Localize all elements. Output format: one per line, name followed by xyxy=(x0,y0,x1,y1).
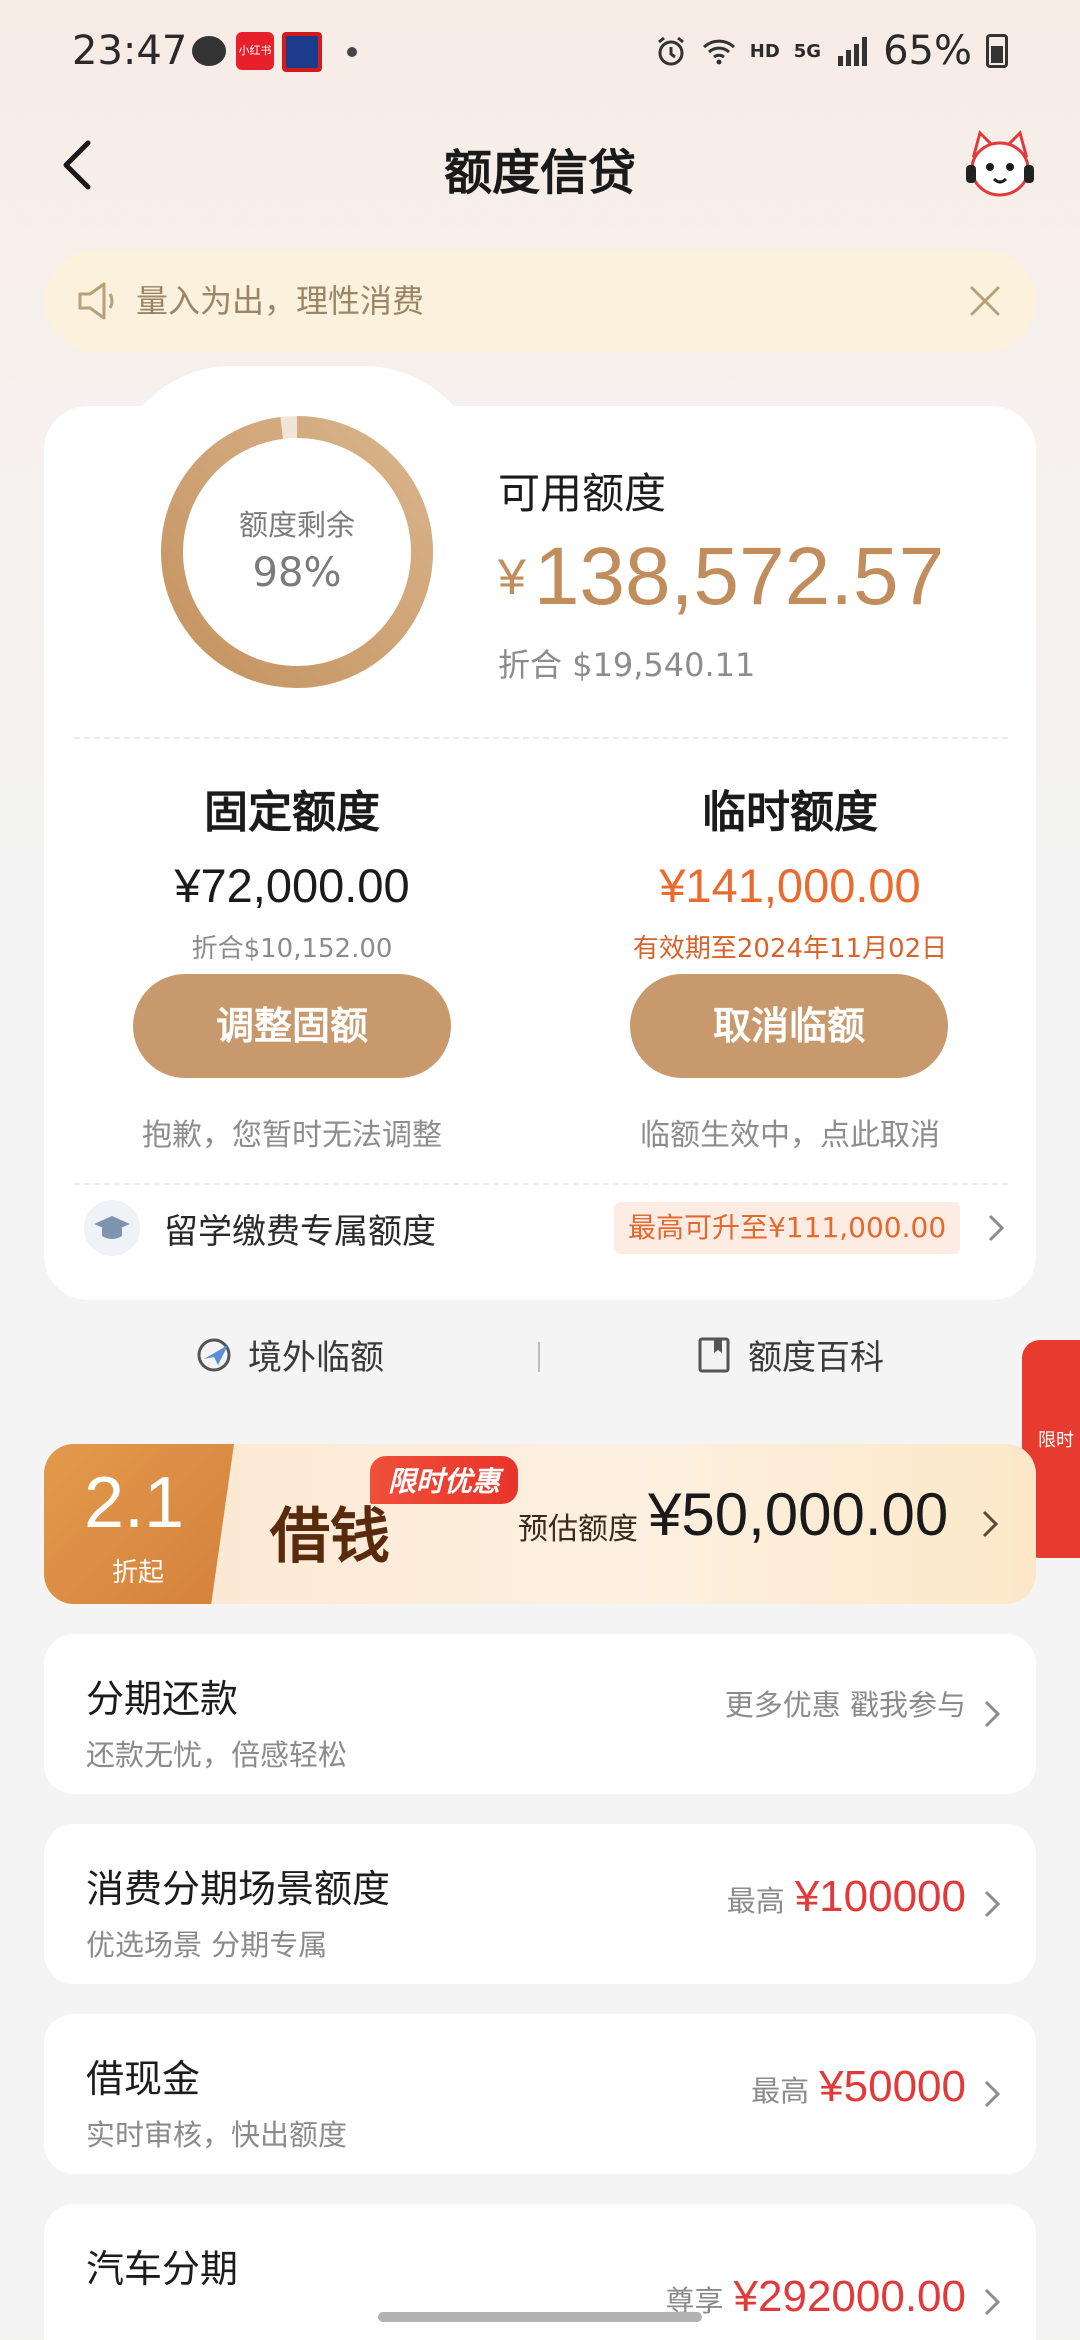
more-notifications-dot xyxy=(347,47,357,57)
available-credit-usd: 折合 $19,540.11 xyxy=(498,646,756,684)
service-value: ¥50000 xyxy=(819,2062,966,2111)
service-subtitle: 优选场景 分期专属 xyxy=(86,1928,328,1962)
service-title: 借现金 xyxy=(86,2057,201,2101)
side-promo-text: 限时 xyxy=(1038,1430,1074,1451)
credit-encyclopedia-link[interactable]: 额度百科 xyxy=(694,1330,884,1379)
wifi-icon xyxy=(702,39,735,65)
fixed-credit-amount: ¥72,000.00 xyxy=(174,859,410,912)
app-notification-icon xyxy=(282,32,322,72)
study-abroad-badge: 最高可升至¥111,000.00 xyxy=(614,1202,961,1254)
adjust-fixed-button[interactable]: 调整固额 xyxy=(133,974,451,1078)
service-subtitle: 实时审核，快出额度 xyxy=(86,2118,348,2152)
graduation-cap-icon xyxy=(84,1200,140,1256)
chevron-right-icon xyxy=(982,1510,999,1538)
study-abroad-row[interactable]: 留学缴费专属额度 最高可升至¥111,000.00 xyxy=(44,1178,1036,1278)
promo-limited-tag: 限时优惠 xyxy=(370,1456,519,1504)
credit-links-bar: 境外临额 额度百科 xyxy=(44,1300,1036,1410)
loan-promo-banner[interactable]: 2.1 折起 借钱 限时优惠 预估额度 ¥50,000.00 xyxy=(44,1444,1036,1604)
status-time: 23:47 xyxy=(72,28,188,74)
ring-percent: 98% xyxy=(252,550,342,596)
mascot-service-icon[interactable] xyxy=(960,125,1040,205)
fixed-credit-usd: 折合$10,152.00 xyxy=(191,934,393,964)
service-value: ¥100000 xyxy=(794,1872,966,1921)
service-right: 最高 ¥50000 xyxy=(751,2062,966,2112)
ring-label: 额度剩余 xyxy=(238,508,355,542)
service-title: 汽车分期 xyxy=(86,2247,239,2291)
available-credit-amount: ¥138,572.57 xyxy=(498,530,944,624)
service-subtitle: 还款无忧，倍感轻松 xyxy=(86,1738,348,1772)
service-right: 更多优惠 戳我参与 xyxy=(725,1682,966,1724)
fixed-credit-note: 抱歉，您暂时无法调整 xyxy=(142,1118,442,1153)
overseas-temp-label: 境外临额 xyxy=(248,1338,384,1378)
service-value-prefix: 最高 xyxy=(726,1884,785,1918)
status-bar: 23:47 小红书 HD 5G 65% xyxy=(0,0,1080,105)
service-right: 最高 ¥100000 xyxy=(727,1872,966,1922)
link-separator xyxy=(538,1342,540,1372)
credit-encyclopedia-label: 额度百科 xyxy=(748,1338,884,1378)
chevron-right-icon xyxy=(984,2080,1001,2108)
service-installment-repay[interactable]: 分期还款 还款无忧，倍感轻松 更多优惠 戳我参与 xyxy=(44,1634,1036,1794)
service-value: ¥292000.00 xyxy=(733,2272,966,2321)
temp-credit-note[interactable]: 临额生效中，点此取消 xyxy=(580,1110,1000,1154)
service-promo-text: 更多优惠 戳我参与 xyxy=(724,1688,966,1722)
chevron-right-icon xyxy=(984,1700,1001,1728)
hd-label: HD xyxy=(749,40,780,62)
book-icon xyxy=(698,1337,730,1372)
available-credit-label: 可用额度 xyxy=(498,469,667,518)
service-right: 尊享 ¥292000.00 xyxy=(666,2272,966,2322)
globe-plane-icon xyxy=(197,1338,231,1371)
promo-estimate-value: ¥50,000.00 xyxy=(648,1481,949,1548)
service-value-prefix: 最高 xyxy=(751,2074,810,2108)
temp-credit-title: 临时额度 xyxy=(702,787,878,838)
temp-credit-expiry: 有效期至2024年11月02日 xyxy=(632,934,948,964)
chevron-right-icon xyxy=(988,1214,1005,1242)
chevron-right-icon xyxy=(984,2288,1001,2316)
cancel-temp-button[interactable]: 取消临额 xyxy=(630,974,948,1078)
signal-icon xyxy=(838,37,868,66)
home-indicator[interactable] xyxy=(378,2312,702,2322)
chevron-right-icon xyxy=(984,1890,1001,1918)
speaker-icon xyxy=(78,282,114,320)
battery-icon xyxy=(986,34,1008,68)
xiaohongshu-icon: 小红书 xyxy=(236,32,274,70)
promo-discount-value: 2.1 xyxy=(84,1463,185,1543)
chat-icon xyxy=(192,36,226,66)
fixed-credit-title: 固定额度 xyxy=(204,787,380,838)
promo-estimate-label: 预估额度 xyxy=(518,1512,638,1547)
page-title: 额度信贷 xyxy=(443,145,636,201)
battery-percent: 65% xyxy=(883,28,972,74)
close-icon[interactable] xyxy=(966,282,1004,320)
header: 额度信贷 xyxy=(0,115,1080,215)
status-indicators: HD 5G 65% xyxy=(654,28,1008,74)
notice-text: 量入为出，理性消费 xyxy=(136,282,425,320)
study-abroad-label: 留学缴费专属额度 xyxy=(164,1212,436,1252)
notice-bar: 量入为出，理性消费 xyxy=(44,250,1036,352)
service-consumer-installment[interactable]: 消费分期场景额度 优选场景 分期专属 最高 ¥100000 xyxy=(44,1824,1036,1984)
service-title: 分期还款 xyxy=(86,1677,239,1721)
network-type: 5G xyxy=(793,40,822,62)
service-cash-loan[interactable]: 借现金 实时审核，快出额度 最高 ¥50000 xyxy=(44,2014,1036,2174)
currency-symbol: ¥ xyxy=(498,549,526,605)
temp-credit-amount: ¥141,000.00 xyxy=(659,859,921,912)
available-amount-value: 138,572.57 xyxy=(533,531,945,622)
divider xyxy=(74,737,1008,739)
overseas-temp-link[interactable]: 境外临额 xyxy=(194,1330,384,1379)
service-title: 消费分期场景额度 xyxy=(86,1867,391,1911)
alarm-icon xyxy=(657,36,684,66)
promo-discount-unit: 折起 xyxy=(112,1558,165,1588)
